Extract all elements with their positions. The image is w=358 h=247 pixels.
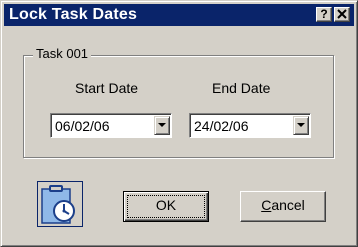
start-date-dropdown-button[interactable] (154, 116, 170, 135)
cancel-button-label: ancel (271, 197, 305, 213)
ok-button-label: OK (155, 197, 177, 213)
end-date-dropdown-button[interactable] (293, 116, 309, 135)
ok-button[interactable]: OK (123, 191, 209, 222)
task-group-label: Task 001 (33, 46, 92, 62)
cancel-accelerator: C (261, 197, 272, 213)
start-date-label: Start Date (75, 80, 139, 96)
close-icon (337, 9, 347, 19)
end-date-label: End Date (212, 80, 271, 96)
start-date-dropdown[interactable]: 06/02/06 (50, 113, 172, 138)
clipboard-clock-icon (37, 181, 83, 227)
task-groupbox (23, 55, 334, 158)
cancel-button[interactable]: Cancel (240, 191, 326, 222)
start-date-value: 06/02/06 (55, 118, 110, 134)
lock-task-dates-dialog: Lock Task Dates ? Task 001 Start Date En… (0, 0, 358, 247)
end-date-dropdown[interactable]: 24/02/06 (189, 113, 311, 138)
help-button[interactable]: ? (316, 7, 332, 22)
close-button[interactable] (334, 7, 350, 22)
end-date-value: 24/02/06 (194, 118, 249, 134)
title-bar[interactable]: Lock Task Dates ? (4, 4, 354, 26)
window-title: Lock Task Dates (9, 6, 138, 23)
